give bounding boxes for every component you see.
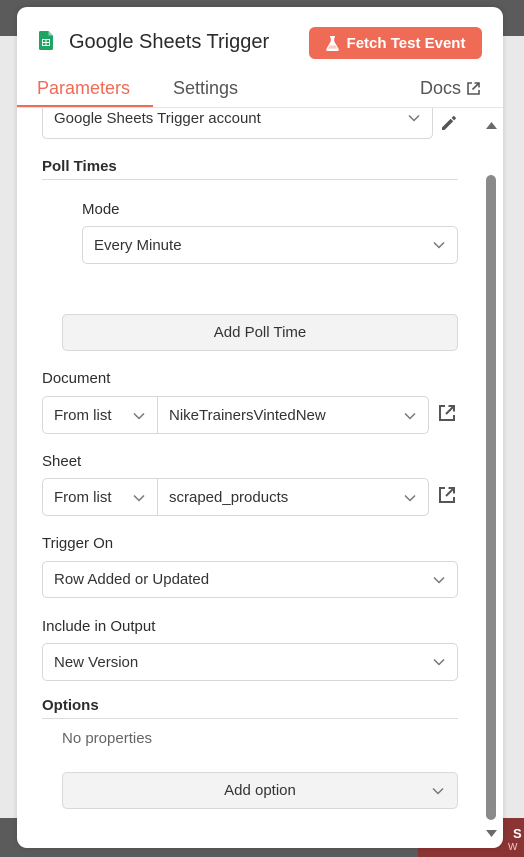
document-select[interactable]: NikeTrainersVintedNew [158,396,429,434]
trigger-on-select[interactable]: Row Added or Updated [42,561,458,598]
sheet-label: Sheet [42,453,82,470]
panel-scrollbar[interactable] [481,108,503,848]
include-output-select[interactable]: New Version [42,643,458,681]
add-poll-time-label: Add Poll Time [213,324,307,341]
flask-icon [325,35,339,51]
options-label: Options [42,697,99,714]
scroll-down-arrow-icon[interactable] [486,830,497,837]
chevron-down-icon [133,494,145,502]
options-divider [42,718,458,719]
chevron-down-icon [433,576,445,584]
credential-value: Google Sheets Trigger account [54,109,261,127]
document-label: Document [42,370,111,387]
tab-parameters[interactable]: Parameters [37,78,130,99]
document-source-select[interactable]: From list [42,396,158,434]
add-option-button[interactable]: Add option [62,772,458,809]
chevron-down-icon [433,241,445,249]
chevron-down-icon [404,412,416,420]
node-settings-panel: Google Sheets Trigger Fetch Test Event P… [17,7,503,848]
sheet-source-select[interactable]: From list [42,478,158,516]
scrollbar-thumb[interactable] [486,175,496,820]
sheet-source-value: From list [54,488,112,506]
trigger-on-value: Row Added or Updated [54,571,210,588]
scroll-up-arrow-icon[interactable] [486,122,497,129]
no-properties-text: No properties [62,730,153,747]
add-poll-time-button[interactable]: Add Poll Time [62,314,458,351]
document-value: NikeTrainersVintedNew [169,406,326,424]
include-output-value: New Version [54,653,139,671]
fetch-test-event-label: Fetch Test Event [346,34,466,52]
external-link-icon [467,82,480,95]
tab-settings[interactable]: Settings [173,78,238,99]
sheet-value: scraped_products [169,488,289,506]
open-document-external-icon[interactable] [438,404,456,422]
include-output-label: Include in Output [42,618,156,635]
docs-link[interactable]: Docs [420,78,480,99]
sheet-select[interactable]: scraped_products [158,478,429,516]
mode-label: Mode [82,201,120,218]
node-title: Google Sheets Trigger [69,31,270,53]
document-source-value: From list [54,406,112,424]
credential-select[interactable]: Google Sheets Trigger account [42,108,433,139]
add-option-label: Add option [224,782,296,799]
chevron-down-icon [404,494,416,502]
poll-times-divider [42,179,458,180]
open-sheet-external-icon[interactable] [438,486,456,504]
fetch-test-event-button[interactable]: Fetch Test Event [309,27,482,59]
background-corner-line2: W [508,842,518,853]
panel-header: Google Sheets Trigger Fetch Test Event P… [17,7,503,108]
pencil-icon[interactable] [440,114,458,132]
chevron-down-icon [433,658,445,666]
chevron-down-icon [408,114,420,122]
poll-times-label: Poll Times [42,158,117,175]
mode-select[interactable]: Every Minute [82,226,458,264]
google-sheets-icon [39,31,53,50]
docs-link-label: Docs [420,78,462,98]
trigger-on-label: Trigger On [42,535,114,552]
parameters-content: Google Sheets Trigger account Poll Times… [17,108,503,848]
background-corner-line1: S [513,826,522,841]
chevron-down-icon [432,787,444,795]
mode-value: Every Minute [94,236,182,254]
chevron-down-icon [133,412,145,420]
